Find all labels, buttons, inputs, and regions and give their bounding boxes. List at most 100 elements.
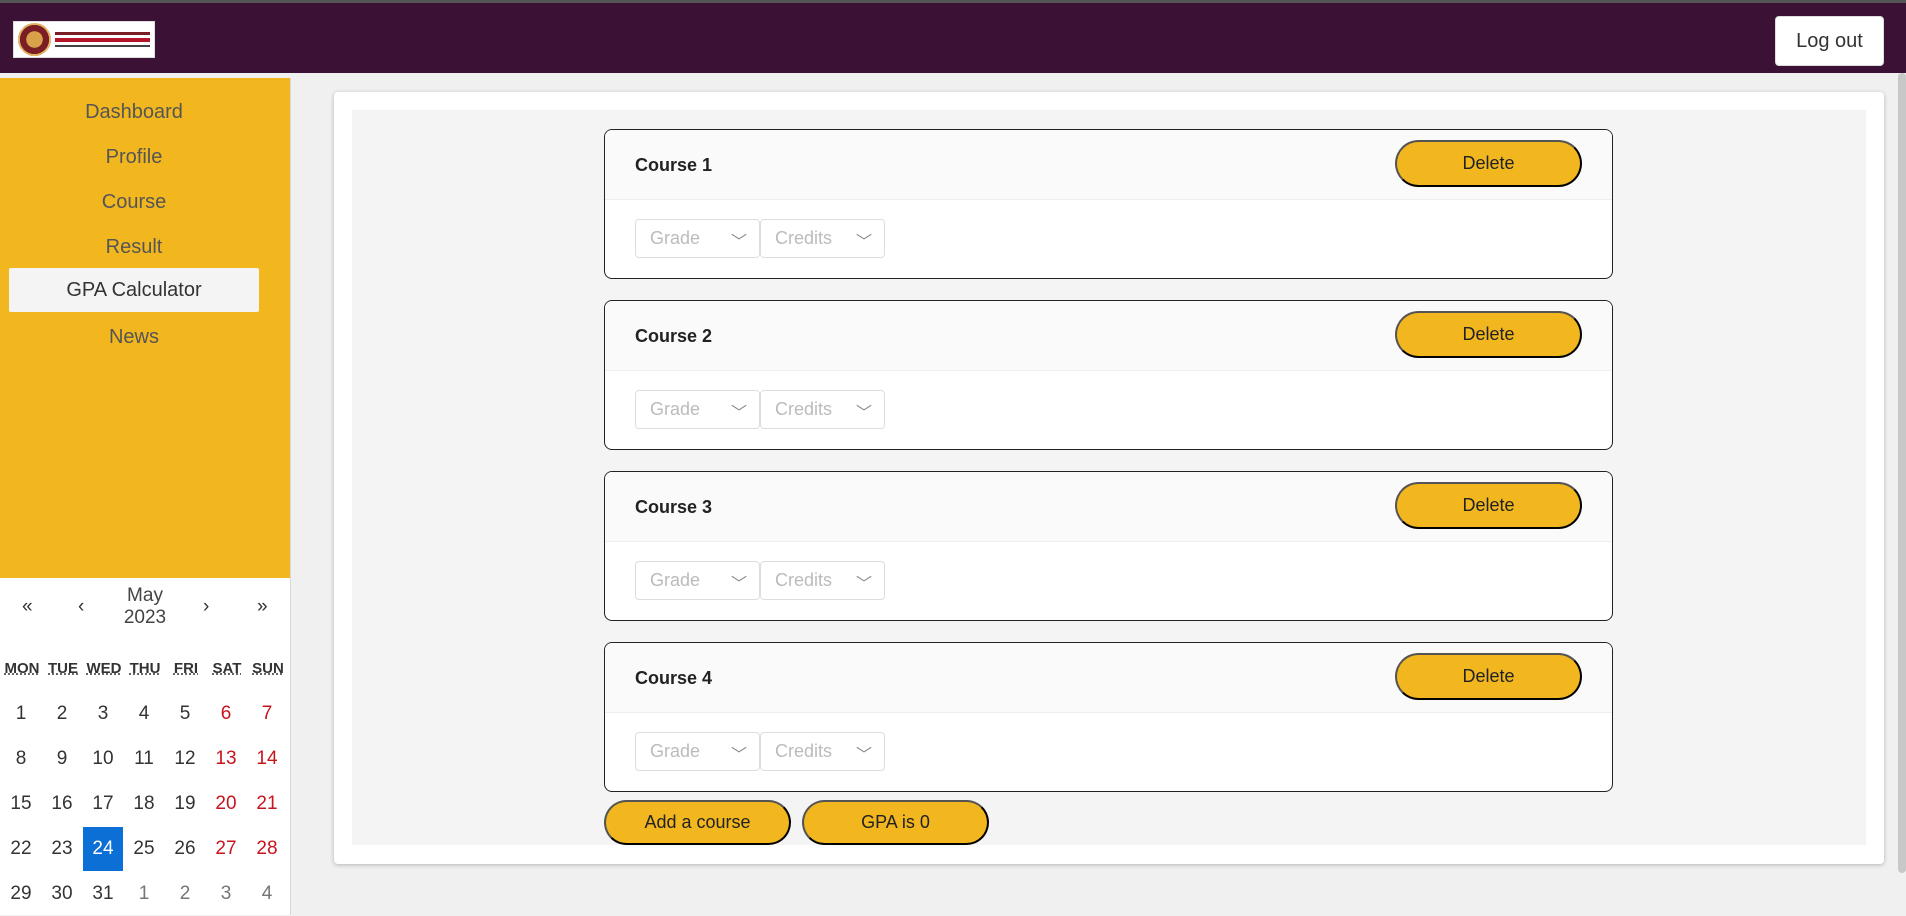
sidebar-item-course[interactable]: Course	[9, 180, 259, 224]
course-title: Course 3	[635, 497, 713, 517]
prev-month-button[interactable]: ‹	[78, 596, 84, 618]
course-card: Course 2 Delete Grade ﹀ Credits ﹀	[604, 300, 1613, 450]
weekday-header: TUE	[48, 660, 78, 677]
grade-select[interactable]: Grade ﹀	[635, 561, 760, 600]
calendar-day[interactable]: 22	[1, 827, 41, 871]
calendar-day[interactable]: 18	[124, 782, 164, 826]
chevron-down-icon: ﹀	[855, 747, 872, 764]
calendar-day[interactable]: 30	[42, 872, 82, 916]
course-card-header: Course 1 Delete	[605, 130, 1612, 200]
course-card-header: Course 2 Delete	[605, 301, 1612, 371]
calendar-day[interactable]: 16	[42, 782, 82, 826]
logout-button[interactable]: Log out	[1775, 16, 1884, 66]
prev-year-button[interactable]: «	[22, 596, 33, 618]
calendar-day[interactable]: 27	[206, 827, 246, 871]
weekday-header: MON	[4, 660, 40, 677]
course-title: Course 2	[635, 326, 713, 346]
university-seal-icon	[18, 23, 51, 56]
course-card: Course 3 Delete Grade ﹀ Credits ﹀	[604, 471, 1613, 621]
calendar-day[interactable]: 6	[206, 692, 246, 736]
credits-select[interactable]: Credits ﹀	[760, 561, 885, 600]
course-card: Course 1 Delete Grade ﹀ Credits ﹀	[604, 129, 1613, 279]
weekday-header: FRI	[173, 660, 199, 677]
grade-placeholder: Grade	[650, 570, 701, 590]
calendar-day[interactable]: 29	[1, 872, 41, 916]
add-course-button[interactable]: Add a course	[604, 800, 791, 845]
sidebar-item-result[interactable]: Result	[9, 225, 259, 269]
calendar-day[interactable]: 1	[124, 872, 164, 916]
calendar-day[interactable]: 17	[83, 782, 123, 826]
calendar-day[interactable]: 15	[1, 782, 41, 826]
grade-select[interactable]: Grade ﹀	[635, 219, 760, 258]
grade-placeholder: Grade	[650, 741, 701, 761]
calendar-day[interactable]: 20	[206, 782, 246, 826]
next-year-button[interactable]: »	[257, 596, 268, 618]
chevron-down-icon: ﹀	[730, 234, 747, 251]
calendar-day[interactable]: 3	[83, 692, 123, 736]
sidebar-item-news[interactable]: News	[9, 315, 259, 359]
delete-course-button[interactable]: Delete	[1395, 140, 1582, 187]
sidebar-item-dashboard[interactable]: Dashboard	[9, 90, 259, 134]
course-title: Course 4	[635, 668, 713, 688]
delete-course-button[interactable]: Delete	[1395, 482, 1582, 529]
credits-select[interactable]: Credits ﹀	[760, 219, 885, 258]
credits-placeholder: Credits	[775, 228, 833, 248]
calendar-day[interactable]: 4	[124, 692, 164, 736]
calendar-day[interactable]: 24	[83, 827, 123, 871]
sidebar-item-profile[interactable]: Profile	[9, 135, 259, 179]
delete-course-button[interactable]: Delete	[1395, 311, 1582, 358]
calendar-day[interactable]: 8	[1, 737, 41, 781]
calendar-day[interactable]: 4	[247, 872, 287, 916]
calendar-day[interactable]: 31	[83, 872, 123, 916]
chevron-down-icon: ﹀	[855, 234, 872, 251]
calendar-day[interactable]: 2	[165, 872, 205, 916]
credits-placeholder: Credits	[775, 741, 833, 761]
calendar-day[interactable]: 13	[206, 737, 246, 781]
calendar-day[interactable]: 1	[1, 692, 41, 736]
calendar-day[interactable]: 3	[206, 872, 246, 916]
calendar-month: May	[127, 585, 163, 606]
calendar-year: 2023	[123, 607, 167, 628]
weekday-header: THU	[129, 660, 161, 677]
calendar-day[interactable]: 10	[83, 737, 123, 781]
credits-placeholder: Credits	[775, 570, 833, 590]
calendar-day[interactable]: 21	[247, 782, 287, 826]
gpa-result-button[interactable]: GPA is 0	[802, 800, 989, 845]
course-title: Course 1	[635, 155, 713, 175]
chevron-down-icon: ﹀	[730, 576, 747, 593]
weekday-header: WED	[86, 660, 122, 677]
calendar-day[interactable]: 12	[165, 737, 205, 781]
chevron-down-icon: ﹀	[730, 405, 747, 422]
calendar-day[interactable]: 9	[42, 737, 82, 781]
grade-placeholder: Grade	[650, 228, 701, 248]
calendar-day[interactable]: 26	[165, 827, 205, 871]
grade-select[interactable]: Grade ﹀	[635, 390, 760, 429]
calendar-day[interactable]: 23	[42, 827, 82, 871]
calendar-day[interactable]: 28	[247, 827, 287, 871]
university-logo[interactable]	[13, 21, 155, 58]
calendar-day[interactable]: 19	[165, 782, 205, 826]
calendar-day[interactable]: 14	[247, 737, 287, 781]
calendar-day[interactable]: 7	[247, 692, 287, 736]
top-header-bar: Log out	[0, 0, 1906, 73]
grade-placeholder: Grade	[650, 399, 701, 419]
calendar-day[interactable]: 11	[124, 737, 164, 781]
course-card-header: Course 3 Delete	[605, 472, 1612, 542]
calendar-day[interactable]: 2	[42, 692, 82, 736]
calendar-day[interactable]: 5	[165, 692, 205, 736]
next-month-button[interactable]: ›	[203, 596, 209, 618]
logo-wordmark	[55, 32, 150, 47]
page-scrollbar[interactable]	[1898, 73, 1906, 873]
credits-select[interactable]: Credits ﹀	[760, 390, 885, 429]
course-card: Course 4 Delete Grade ﹀ Credits ﹀	[604, 642, 1613, 792]
sidebar-item-gpa-calculator[interactable]: GPA Calculator	[9, 268, 259, 312]
chevron-down-icon: ﹀	[730, 747, 747, 764]
course-card-header: Course 4 Delete	[605, 643, 1612, 713]
grade-select[interactable]: Grade ﹀	[635, 732, 760, 771]
calendar-day[interactable]: 25	[124, 827, 164, 871]
delete-course-button[interactable]: Delete	[1395, 653, 1582, 700]
weekday-header: SAT	[212, 660, 242, 677]
chevron-down-icon: ﹀	[855, 405, 872, 422]
credits-select[interactable]: Credits ﹀	[760, 732, 885, 771]
calendar-month-year[interactable]: May 2023	[115, 585, 175, 629]
